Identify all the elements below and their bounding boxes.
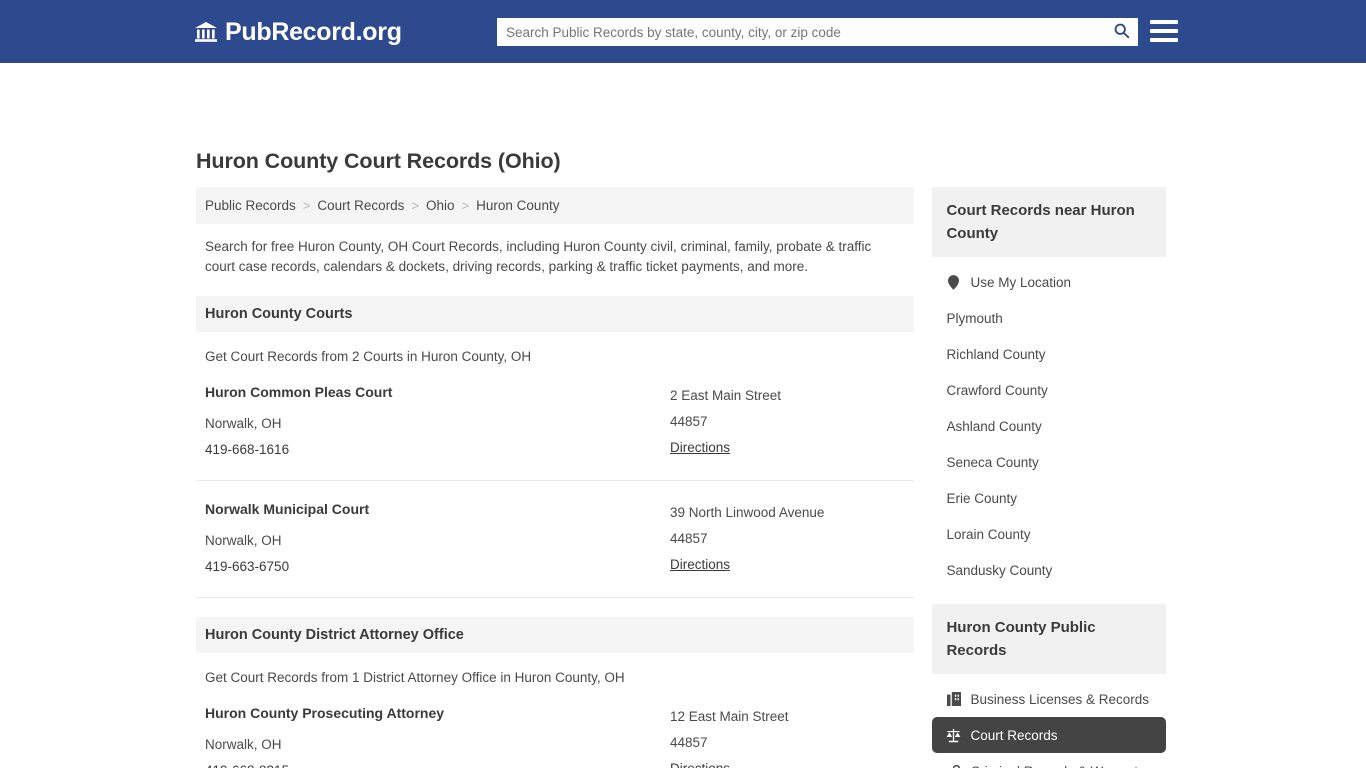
- section-subtitle: Get Court Records from 2 Courts in Huron…: [205, 349, 532, 364]
- search-icon: [1113, 22, 1130, 42]
- sidebar-item-label: Lorain County: [946, 526, 1031, 542]
- sidebar-item-use-my-location[interactable]: Use My Location: [932, 264, 1166, 300]
- page-title: Huron County Court Records (Ohio): [196, 149, 561, 173]
- listing-zip: 44857: [670, 531, 708, 546]
- breadcrumb: Public Records > Court Records > Ohio > …: [196, 187, 915, 224]
- section-heading-huron-county-courts: Huron County Courts: [196, 296, 915, 332]
- sidebar-item-label: Seneca County: [946, 454, 1039, 470]
- listing-street: 12 East Main Street: [670, 709, 789, 724]
- sidebar-item-plymouth[interactable]: Plymouth: [932, 300, 1166, 336]
- map-pin-icon: [946, 274, 961, 290]
- sidebar-item-label: Sandusky County: [946, 562, 1053, 578]
- sidebar-item-label: Plymouth: [946, 310, 1003, 326]
- sidebar-item-label: Richland County: [946, 346, 1046, 362]
- sidebar-item-label: Crawford County: [946, 382, 1048, 398]
- sidebar-item-lorain-county[interactable]: Lorain County: [932, 516, 1166, 552]
- link-chain-icon: [946, 764, 961, 768]
- sidebar-item-erie-county[interactable]: Erie County: [932, 480, 1166, 516]
- content-layout: Public Records > Court Records > Ohio > …: [196, 187, 1166, 768]
- listing-street: 39 North Linwood Avenue: [670, 505, 825, 520]
- sidebar-item-label: Ashland County: [946, 418, 1042, 434]
- listing-city-state: Norwalk, OH: [205, 737, 282, 752]
- sidebar-item-label: Court Records: [970, 727, 1058, 743]
- listing-right-column: 39 North Linwood Avenue 44857 Directions: [670, 500, 905, 580]
- listing-phone: 419-668-1616: [205, 442, 290, 457]
- listing-name: Huron Common Pleas Court: [205, 384, 393, 400]
- listing-name: Huron County Prosecuting Attorney: [205, 705, 445, 721]
- sidebar-nearby-list: Use My Location Plymouth Richland County…: [932, 257, 1166, 588]
- directions-link[interactable]: Directions: [670, 552, 730, 578]
- breadcrumb-separator: >: [302, 198, 311, 213]
- hamburger-bar: [1150, 20, 1178, 24]
- briefcase-icon: [946, 692, 961, 707]
- listing-right-column: 2 East Main Street 44857 Directions: [670, 383, 905, 463]
- search-input[interactable]: [497, 19, 1104, 45]
- sidebar-heading-nearby: Court Records near Huron County: [932, 187, 1166, 257]
- site-header: PubRecord.org: [0, 0, 1366, 63]
- hamburger-bar: [1150, 29, 1178, 33]
- breadcrumb-separator: >: [461, 198, 470, 213]
- brand-logo-link[interactable]: PubRecord.org: [194, 19, 402, 45]
- listing-phone: 419-663-6750: [205, 559, 290, 574]
- bank-building-icon: [194, 20, 218, 44]
- breadcrumb-item-court-records[interactable]: Court Records: [317, 198, 404, 213]
- listing-zip: 44857: [670, 735, 708, 750]
- directions-link[interactable]: Directions: [670, 435, 730, 461]
- brand-name: PubRecord.org: [225, 18, 402, 46]
- search-bar: [497, 18, 1138, 46]
- sidebar-item-business-licenses-records[interactable]: Business Licenses & Records: [932, 681, 1166, 717]
- sidebar-item-court-records[interactable]: Court Records: [932, 717, 1166, 753]
- sidebar-item-crawford-county[interactable]: Crawford County: [932, 372, 1166, 408]
- section-heading-district-attorney-office: Huron County District Attorney Office: [196, 617, 915, 653]
- sidebar-item-criminal-records-warrants[interactable]: Criminal Records & Warrants: [932, 753, 1166, 768]
- sidebar: Court Records near Huron County Use My L…: [932, 187, 1166, 768]
- sidebar-item-richland-county[interactable]: Richland County: [932, 336, 1166, 372]
- sidebar-heading-public-records: Huron County Public Records: [932, 604, 1166, 674]
- listing-right-column: 12 East Main Street 44857 Directions: [670, 704, 905, 768]
- sidebar-item-label: Criminal Records & Warrants: [970, 764, 1144, 768]
- breadcrumb-item-ohio[interactable]: Ohio: [426, 198, 455, 213]
- listing-left-column: Huron Common Pleas Court Norwalk, OH 419…: [205, 383, 670, 463]
- listing-left-column: Huron County Prosecuting Attorney Norwal…: [205, 704, 670, 768]
- sidebar-item-seneca-county[interactable]: Seneca County: [932, 444, 1166, 480]
- listing-city-state: Norwalk, OH: [205, 533, 282, 548]
- sidebar-item-label: Erie County: [946, 490, 1017, 506]
- listing-zip: 44857: [670, 414, 708, 429]
- listing-name: Norwalk Municipal Court: [205, 501, 370, 517]
- breadcrumb-item-public-records[interactable]: Public Records: [205, 198, 296, 213]
- sidebar-public-records-list: Business Licenses & Records Court Record…: [932, 674, 1166, 768]
- search-button[interactable]: [1104, 18, 1138, 46]
- page-intro-text: Search for free Huron County, OH Court R…: [205, 239, 872, 274]
- hamburger-bar: [1150, 38, 1178, 42]
- listing-street: 2 East Main Street: [670, 388, 782, 403]
- listing-city-state: Norwalk, OH: [205, 416, 282, 431]
- sidebar-item-label: Use My Location: [970, 274, 1071, 290]
- sidebar-item-ashland-county[interactable]: Ashland County: [932, 408, 1166, 444]
- listing-row: Norwalk Municipal Court Norwalk, OH 419-…: [196, 481, 915, 598]
- listing-row: Huron Common Pleas Court Norwalk, OH 419…: [196, 364, 915, 481]
- breadcrumb-item-huron-county[interactable]: Huron County: [476, 198, 559, 213]
- section-subtitle: Get Court Records from 1 District Attorn…: [205, 670, 625, 685]
- scales-icon: [946, 728, 961, 743]
- listing-row: Huron County Prosecuting Attorney Norwal…: [196, 685, 914, 768]
- directions-link[interactable]: Directions: [670, 756, 730, 768]
- listing-left-column: Norwalk Municipal Court Norwalk, OH 419-…: [205, 500, 670, 580]
- hamburger-menu-icon[interactable]: [1150, 18, 1178, 44]
- main-column: Public Records > Court Records > Ohio > …: [196, 187, 915, 768]
- sidebar-item-label: Business Licenses & Records: [970, 691, 1150, 707]
- sidebar-item-sandusky-county[interactable]: Sandusky County: [932, 552, 1166, 588]
- listing-phone: 419-668-8215: [205, 758, 670, 768]
- breadcrumb-separator: >: [411, 198, 420, 213]
